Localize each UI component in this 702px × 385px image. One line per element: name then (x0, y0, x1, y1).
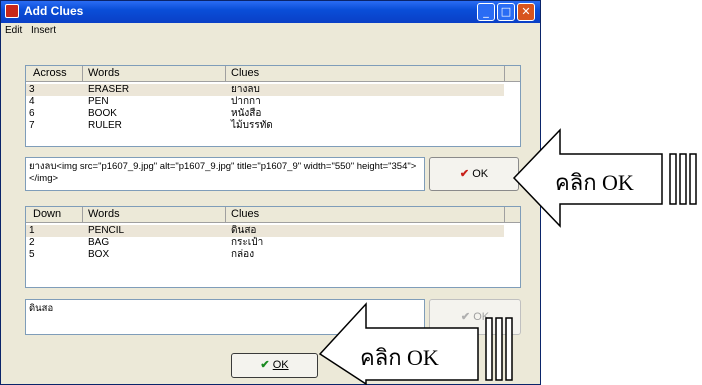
window-title: Add Clues (24, 4, 84, 18)
across-ok-button[interactable]: ✔ OK (429, 157, 519, 191)
column-header-clues[interactable]: Clues (231, 208, 259, 220)
close-button[interactable]: ✕ (517, 3, 535, 21)
across-clue-input[interactable]: ยางลบ<img src="p1607_9.jpg" alt="p1607_9… (25, 157, 425, 191)
down-list-header: Down Words Clues (26, 207, 520, 223)
title-bar: Add Clues _ □ ✕ (1, 1, 540, 23)
maximize-button[interactable]: □ (497, 3, 515, 21)
across-list-header: Across Words Clues (26, 66, 520, 82)
table-row[interactable]: 4 PEN ปากกา (26, 96, 504, 108)
menu-insert[interactable]: Insert (31, 25, 56, 36)
app-icon (5, 4, 19, 18)
down-list[interactable]: Down Words Clues 1 PENCIL ดินสอ 2 BAG กร… (25, 206, 521, 288)
menu-edit[interactable]: Edit (5, 25, 22, 36)
callout-text-right: คลิก OK (555, 170, 634, 195)
across-list[interactable]: Across Words Clues 3 ERASER ยางลบ 4 PEN … (25, 65, 521, 147)
checkmark-icon: ✔ (260, 359, 270, 371)
column-header-words[interactable]: Words (88, 208, 120, 220)
callout-text-bottom: คลิก OK (360, 345, 439, 370)
table-row[interactable]: 5 BOX กล่อง (26, 249, 504, 261)
table-row[interactable]: 3 ERASER ยางลบ (26, 84, 504, 96)
minimize-button[interactable]: _ (477, 3, 495, 21)
column-header-across[interactable]: Across (33, 67, 67, 79)
column-header-words[interactable]: Words (88, 67, 120, 79)
column-header-down[interactable]: Down (33, 208, 61, 220)
table-row[interactable]: 1 PENCIL ดินสอ (26, 225, 504, 237)
menu-bar: Edit Insert (1, 23, 540, 39)
table-row[interactable]: 6 BOOK หนังสือ (26, 108, 504, 120)
column-header-clues[interactable]: Clues (231, 67, 259, 79)
checkmark-icon: ✔ (459, 168, 470, 180)
table-row[interactable]: 2 BAG กระเป๋า (26, 237, 504, 249)
ok-button[interactable]: ✔ OK (231, 353, 318, 378)
table-row[interactable]: 7 RULER ไม้บรรทัด (26, 120, 504, 132)
